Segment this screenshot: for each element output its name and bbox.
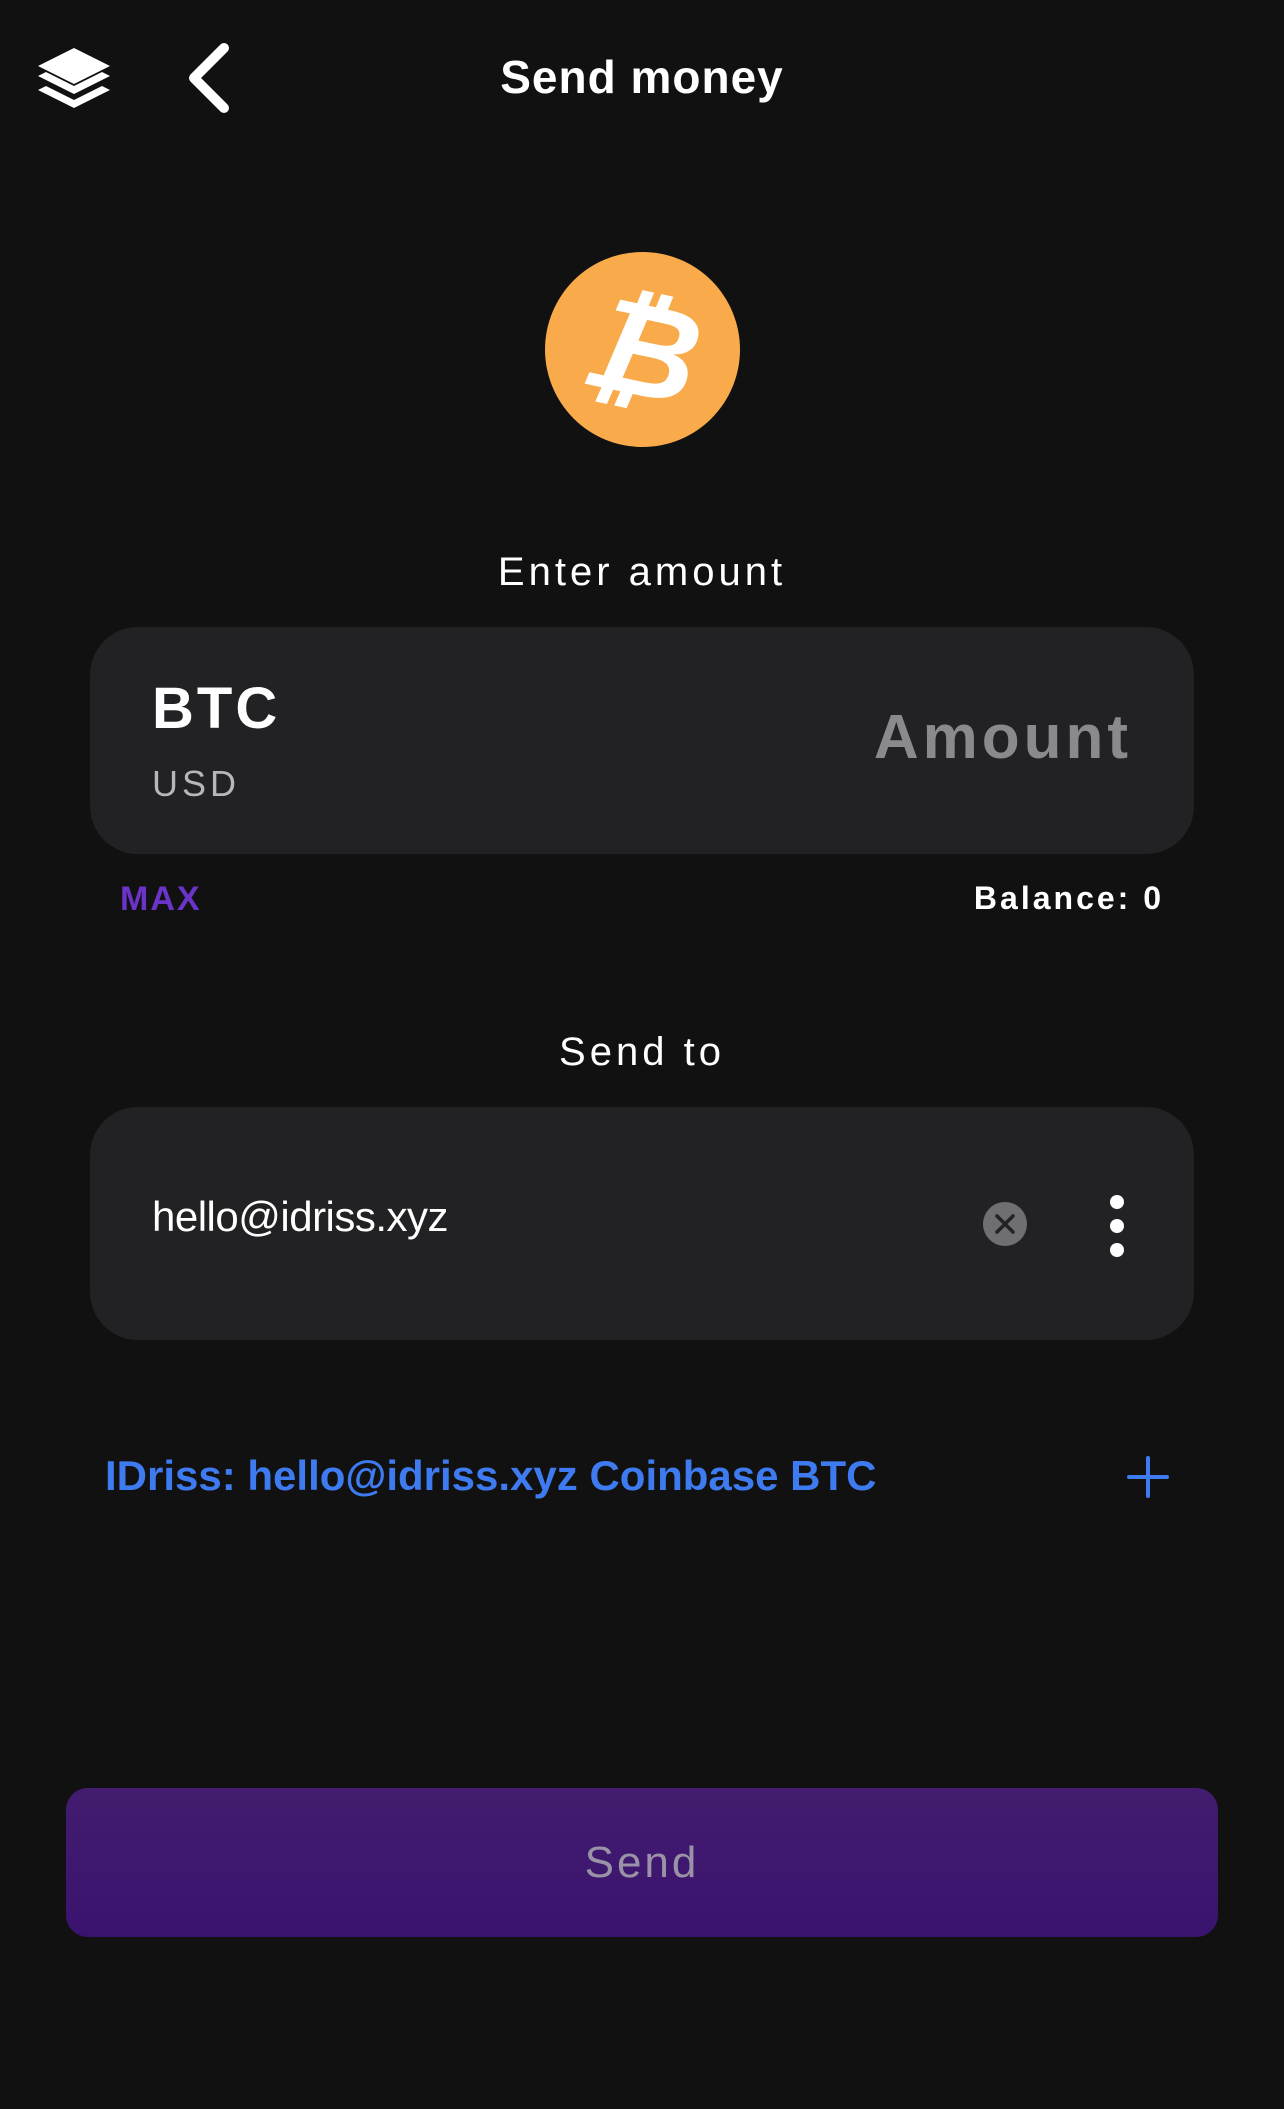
recipient-suggestion[interactable]: IDriss: hello@idriss.xyz Coinbase BTC bbox=[105, 1448, 1185, 1508]
amount-card: BTC USD bbox=[90, 627, 1194, 854]
header: Send money bbox=[0, 0, 1284, 160]
balance-text: Balance: 0 bbox=[973, 880, 1164, 916]
send-money-screen: Send money ₿ Enter amount BTC USD MAX Ba… bbox=[0, 0, 1284, 2109]
currency-secondary[interactable]: USD bbox=[152, 763, 240, 805]
recipient-card bbox=[90, 1107, 1194, 1340]
more-vertical-icon[interactable] bbox=[1106, 1195, 1128, 1257]
send-button[interactable]: Send bbox=[66, 1788, 1218, 1937]
suggestion-label: IDriss: hello@idriss.xyz Coinbase BTC bbox=[105, 1452, 877, 1499]
page-title: Send money bbox=[500, 51, 784, 103]
send-to-label: Send to bbox=[559, 1030, 725, 1074]
recipient-input[interactable] bbox=[152, 1193, 852, 1241]
bitcoin-glyph: ₿ bbox=[571, 266, 714, 433]
plus-icon[interactable] bbox=[1127, 1456, 1169, 1498]
max-button[interactable]: MAX bbox=[120, 880, 202, 919]
clear-circle-icon[interactable] bbox=[982, 1201, 1028, 1247]
enter-amount-label: Enter amount bbox=[497, 550, 787, 594]
amount-input[interactable] bbox=[772, 702, 1132, 773]
currency-primary[interactable]: BTC bbox=[152, 675, 280, 742]
bitcoin-icon: ₿ bbox=[545, 252, 740, 447]
